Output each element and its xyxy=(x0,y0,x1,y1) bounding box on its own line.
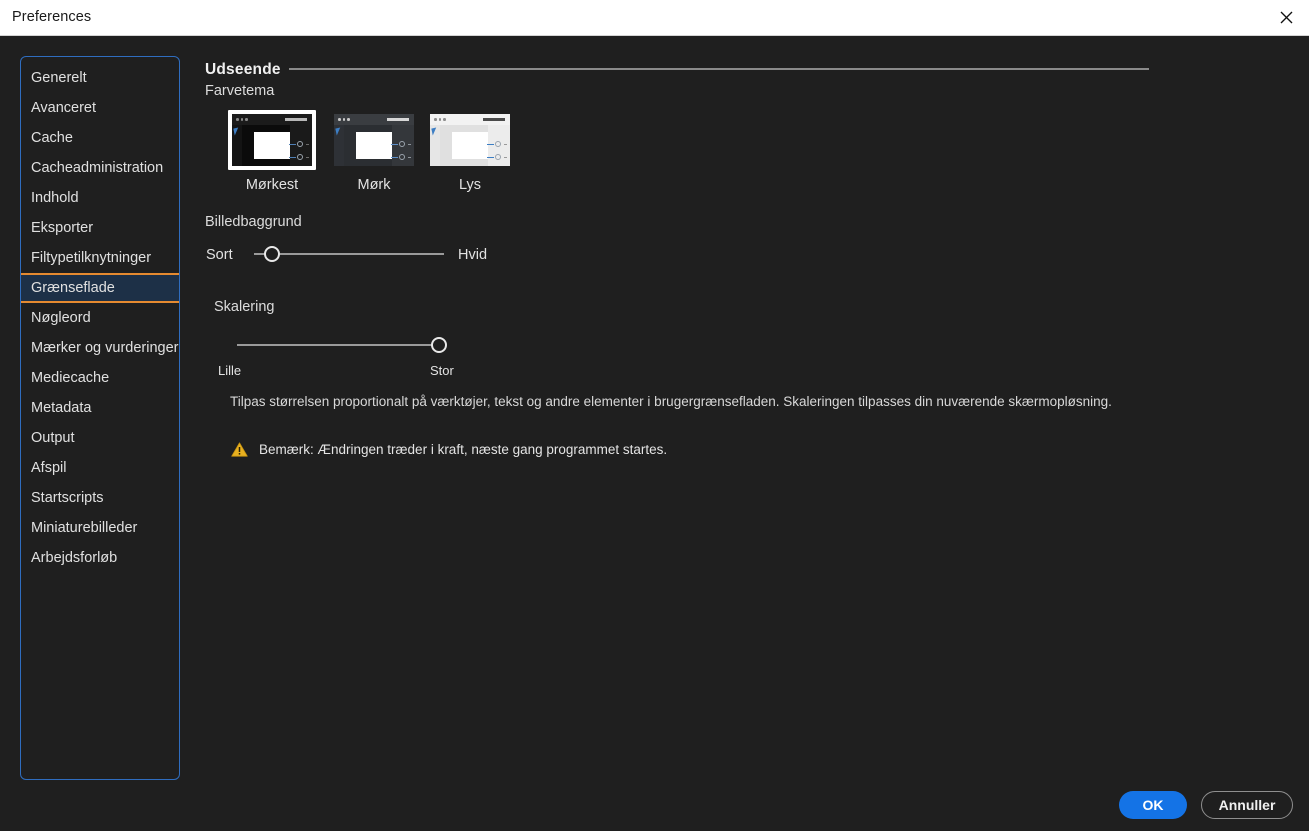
sidebar-item-afspil[interactable]: Afspil xyxy=(21,453,179,483)
preview-titlebar xyxy=(430,114,510,125)
sidebar-item-m-rker-og-vurderinger[interactable]: Mærker og vurderinger xyxy=(21,333,179,363)
theme-preview-darkest[interactable] xyxy=(228,110,316,170)
sidebar-item-label: Indhold xyxy=(31,190,79,206)
sidebar-item-n-gleord[interactable]: Nøgleord xyxy=(21,303,179,333)
scaling-max-label: Stor xyxy=(430,363,454,378)
preview-right-panel xyxy=(391,125,414,166)
page-title: Udseende xyxy=(205,61,281,78)
sidebar-item-label: Filtypetilknytninger xyxy=(31,250,152,266)
sidebar-item-filtypetilknytninger[interactable]: Filtypetilknytninger xyxy=(21,243,179,273)
theme-option-label: Mørk xyxy=(357,177,391,193)
sidebar-item-label: Cacheadministration xyxy=(31,160,164,176)
sidebar-item-startscripts[interactable]: Startscripts xyxy=(21,483,179,513)
sidebar-item-label: Avanceret xyxy=(31,100,97,116)
sidebar-item-metadata[interactable]: Metadata xyxy=(21,393,179,423)
sidebar-item-output[interactable]: Output xyxy=(21,423,179,453)
theme-preview-canvas xyxy=(334,114,414,166)
theme-option-darkest[interactable]: Mørkest xyxy=(228,110,320,193)
sidebar-item-label: Grænseflade xyxy=(31,280,115,296)
sidebar-item-label: Output xyxy=(31,430,75,446)
close-icon[interactable] xyxy=(1263,0,1309,35)
scaling-slider-handle[interactable] xyxy=(431,337,447,353)
ok-button[interactable]: OK xyxy=(1119,791,1187,819)
sidebar-item-label: Generelt xyxy=(31,70,87,86)
sidebar-item-label: Arbejdsforløb xyxy=(31,550,118,566)
restart-note-text: Bemærk: Ændringen træder i kraft, næste … xyxy=(259,442,668,457)
sidebar-item-avanceret[interactable]: Avanceret xyxy=(21,93,179,123)
restart-note: Bemærk: Ændringen træder i kraft, næste … xyxy=(231,442,667,457)
theme-preview-canvas xyxy=(430,114,510,166)
sidebar-item-label: Startscripts xyxy=(31,490,104,506)
preview-menu-bar xyxy=(387,118,409,121)
image-background-max-label: Hvid xyxy=(458,247,488,263)
preview-window-dots xyxy=(236,118,248,121)
colortheme-label: Farvetema xyxy=(205,83,275,99)
sidebar-item-label: Cache xyxy=(31,130,73,146)
sidebar-item-label: Mærker og vurderinger xyxy=(31,340,179,356)
warning-triangle-icon xyxy=(231,442,248,457)
preview-window-dots xyxy=(434,118,446,121)
preferences-dialog-body: Generelt Avanceret Cache Cacheadministratio… xyxy=(0,36,1309,831)
preferences-category-list[interactable]: Generelt Avanceret Cache Cacheadministratio… xyxy=(20,56,180,780)
theme-option-dark[interactable]: Mørk xyxy=(330,110,418,193)
scaling-slider-track[interactable] xyxy=(237,344,440,346)
window-title: Preferences xyxy=(12,9,92,25)
sidebar-item-eksporter[interactable]: Eksporter xyxy=(21,213,179,243)
scaling-description: Tilpas størrelsen proportionalt på værkt… xyxy=(230,394,1112,409)
sidebar-item-gr-nseflade[interactable]: Grænseflade xyxy=(21,273,179,303)
theme-option-light[interactable]: Lys xyxy=(426,110,514,193)
sidebar-item-cache[interactable]: Cache xyxy=(21,123,179,153)
sidebar-item-miniaturebilleder[interactable]: Miniaturebilleder xyxy=(21,513,179,543)
preview-titlebar xyxy=(232,114,312,125)
image-background-min-label: Sort xyxy=(206,247,233,263)
image-background-slider-track[interactable] xyxy=(254,253,444,255)
cancel-button[interactable]: Annuller xyxy=(1201,791,1293,819)
sidebar-item-label: Afspil xyxy=(31,460,67,476)
preview-menu-bar xyxy=(483,118,505,121)
sidebar-item-label: Mediecache xyxy=(31,370,110,386)
sidebar-item-generelt[interactable]: Generelt xyxy=(21,63,179,93)
theme-option-label: Lys xyxy=(458,177,482,193)
sidebar-item-label: Miniaturebilleder xyxy=(31,520,138,536)
heading-divider xyxy=(289,68,1149,70)
window-titlebar: Preferences xyxy=(0,0,1309,36)
sidebar-item-label: Nøgleord xyxy=(31,310,91,326)
scaling-label: Skalering xyxy=(214,299,275,315)
sidebar-item-indhold[interactable]: Indhold xyxy=(21,183,179,213)
sidebar-item-label: Metadata xyxy=(31,400,92,416)
scaling-min-label: Lille xyxy=(218,363,242,378)
sidebar-item-cacheadministration[interactable]: Cacheadministration xyxy=(21,153,179,183)
image-background-slider-handle[interactable] xyxy=(264,246,280,262)
theme-option-label: Mørkest xyxy=(245,177,299,193)
sidebar-item-label: Eksporter xyxy=(31,220,94,236)
preview-titlebar xyxy=(334,114,414,125)
image-background-label: Billedbaggrund xyxy=(205,214,302,230)
preview-right-panel xyxy=(487,125,510,166)
preview-menu-bar xyxy=(285,118,307,121)
theme-preview-light[interactable] xyxy=(426,110,514,170)
theme-preview-canvas xyxy=(232,114,312,166)
preview-right-panel xyxy=(289,125,312,166)
preview-window-dots xyxy=(338,118,350,121)
theme-preview-dark[interactable] xyxy=(330,110,418,170)
sidebar-item-mediecache[interactable]: Mediecache xyxy=(21,363,179,393)
sidebar-item-arbejdsforl-b[interactable]: Arbejdsforløb xyxy=(21,543,179,573)
